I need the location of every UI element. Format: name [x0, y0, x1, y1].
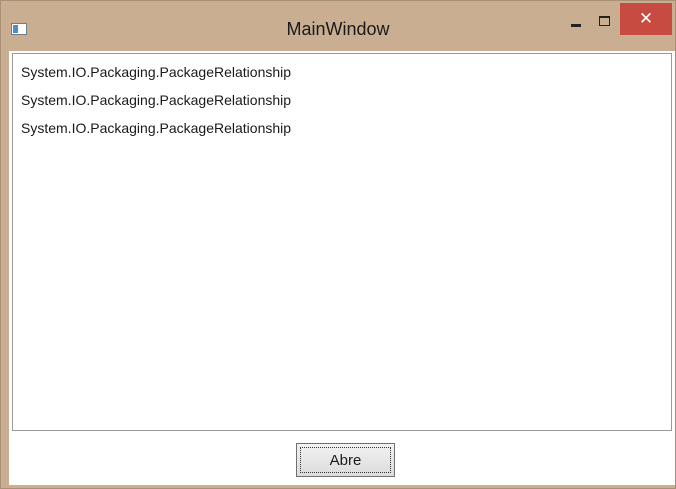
- list-item[interactable]: System.IO.Packaging.PackageRelationship: [13, 91, 671, 119]
- open-button-label: Abre: [329, 451, 362, 469]
- list-item[interactable]: System.IO.Packaging.PackageRelationship: [13, 63, 671, 91]
- minimize-icon: [571, 23, 581, 27]
- close-button[interactable]: ✕: [620, 3, 672, 35]
- close-icon: ✕: [638, 9, 654, 29]
- client-area: System.IO.Packaging.PackageRelationship …: [9, 51, 675, 485]
- maximize-icon: [598, 16, 610, 26]
- main-window: MainWindow ✕ System.IO.Packaging.Package…: [0, 0, 676, 489]
- list-item[interactable]: System.IO.Packaging.PackageRelationship: [13, 119, 671, 147]
- open-button[interactable]: Abre: [296, 443, 395, 477]
- button-panel: Abre: [9, 431, 675, 485]
- minimize-button[interactable]: [561, 7, 591, 35]
- title-bar[interactable]: MainWindow ✕: [1, 1, 675, 49]
- maximize-button[interactable]: [589, 7, 619, 35]
- relationships-listbox[interactable]: System.IO.Packaging.PackageRelationship …: [12, 53, 672, 431]
